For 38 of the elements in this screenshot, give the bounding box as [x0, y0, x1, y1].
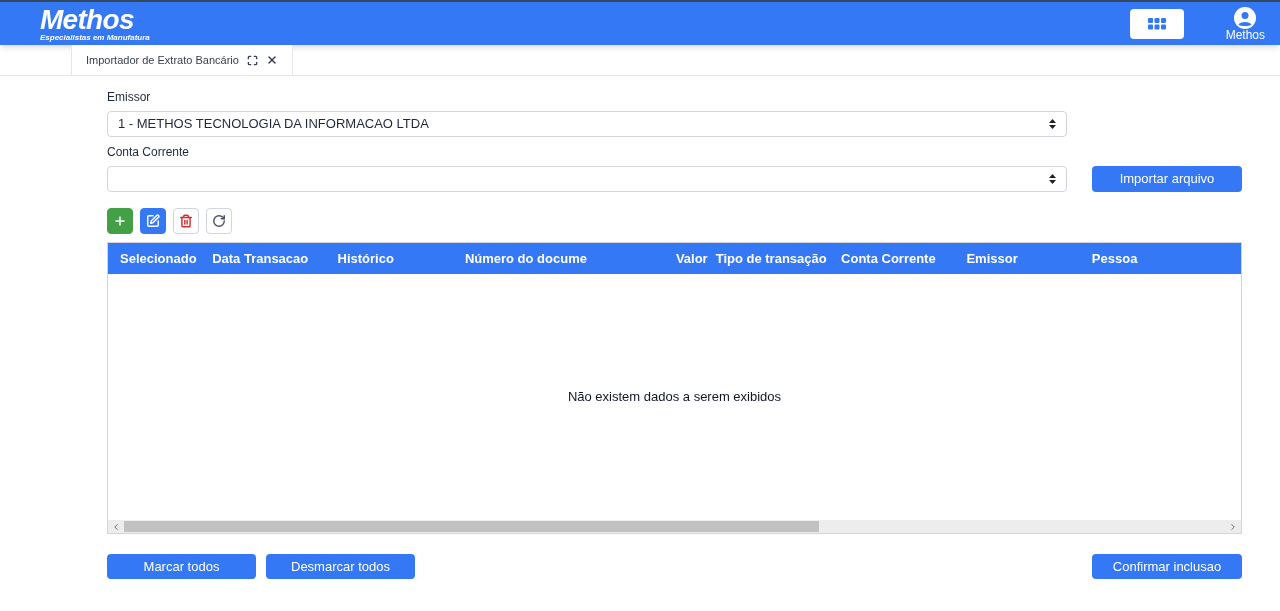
scrollbar-thumb[interactable]	[124, 521, 819, 532]
empty-message: Não existem dados a serem exibidos	[567, 388, 782, 407]
column-header[interactable]: Valor	[660, 248, 716, 269]
logo: Methos	[40, 5, 135, 34]
column-header[interactable]: Conta Corrente	[841, 248, 967, 269]
grid-icon	[1147, 17, 1166, 30]
emissor-select[interactable]: 1 - METHOS TECNOLOGIA DA INFORMACAO LTDA	[107, 111, 1067, 137]
maximize-icon[interactable]	[246, 54, 258, 66]
footer-button[interactable]: Marcar todos	[107, 554, 256, 579]
column-header[interactable]: Data Transacao	[212, 248, 338, 269]
sort-caret-icon	[1049, 174, 1056, 184]
edit-icon	[146, 214, 160, 228]
sort-caret-icon	[1049, 119, 1056, 129]
logo-tagline: Especialistas em Manufatura	[40, 33, 150, 42]
close-icon[interactable]	[265, 54, 278, 66]
column-header[interactable]: Histórico	[337, 248, 465, 269]
column-header[interactable]: Número do docume	[464, 248, 661, 269]
refresh-button[interactable]	[206, 208, 232, 234]
delete-button[interactable]	[173, 208, 199, 234]
tab[interactable]: Importador de Extrato Bancário	[71, 45, 293, 75]
footer-button[interactable]: Desmarcar todos	[266, 554, 415, 579]
trash-icon	[179, 214, 193, 228]
add-button[interactable]	[107, 208, 133, 234]
field-label: Emissor	[107, 89, 152, 106]
user-avatar-icon[interactable]	[1234, 6, 1257, 29]
refresh-icon	[212, 214, 226, 228]
column-header[interactable]: Tipo de transação	[715, 248, 842, 269]
edit-button[interactable]	[140, 208, 166, 234]
field-label: Conta Corrente	[107, 144, 191, 161]
column-header[interactable]: Selecionado	[120, 248, 213, 269]
user-name: Methos	[1225, 28, 1265, 41]
confirm-button[interactable]: Confirmar inclusao	[1092, 554, 1242, 579]
plus-icon	[113, 214, 127, 228]
column-header[interactable]: Pessoa	[1091, 248, 1229, 269]
import-file-button[interactable]: Importar arquivo	[1092, 166, 1242, 192]
column-header[interactable]: Emissor	[966, 248, 1092, 269]
apps-menu-button[interactable]	[1129, 8, 1184, 39]
horizontal-scrollbar[interactable]	[108, 520, 1241, 533]
